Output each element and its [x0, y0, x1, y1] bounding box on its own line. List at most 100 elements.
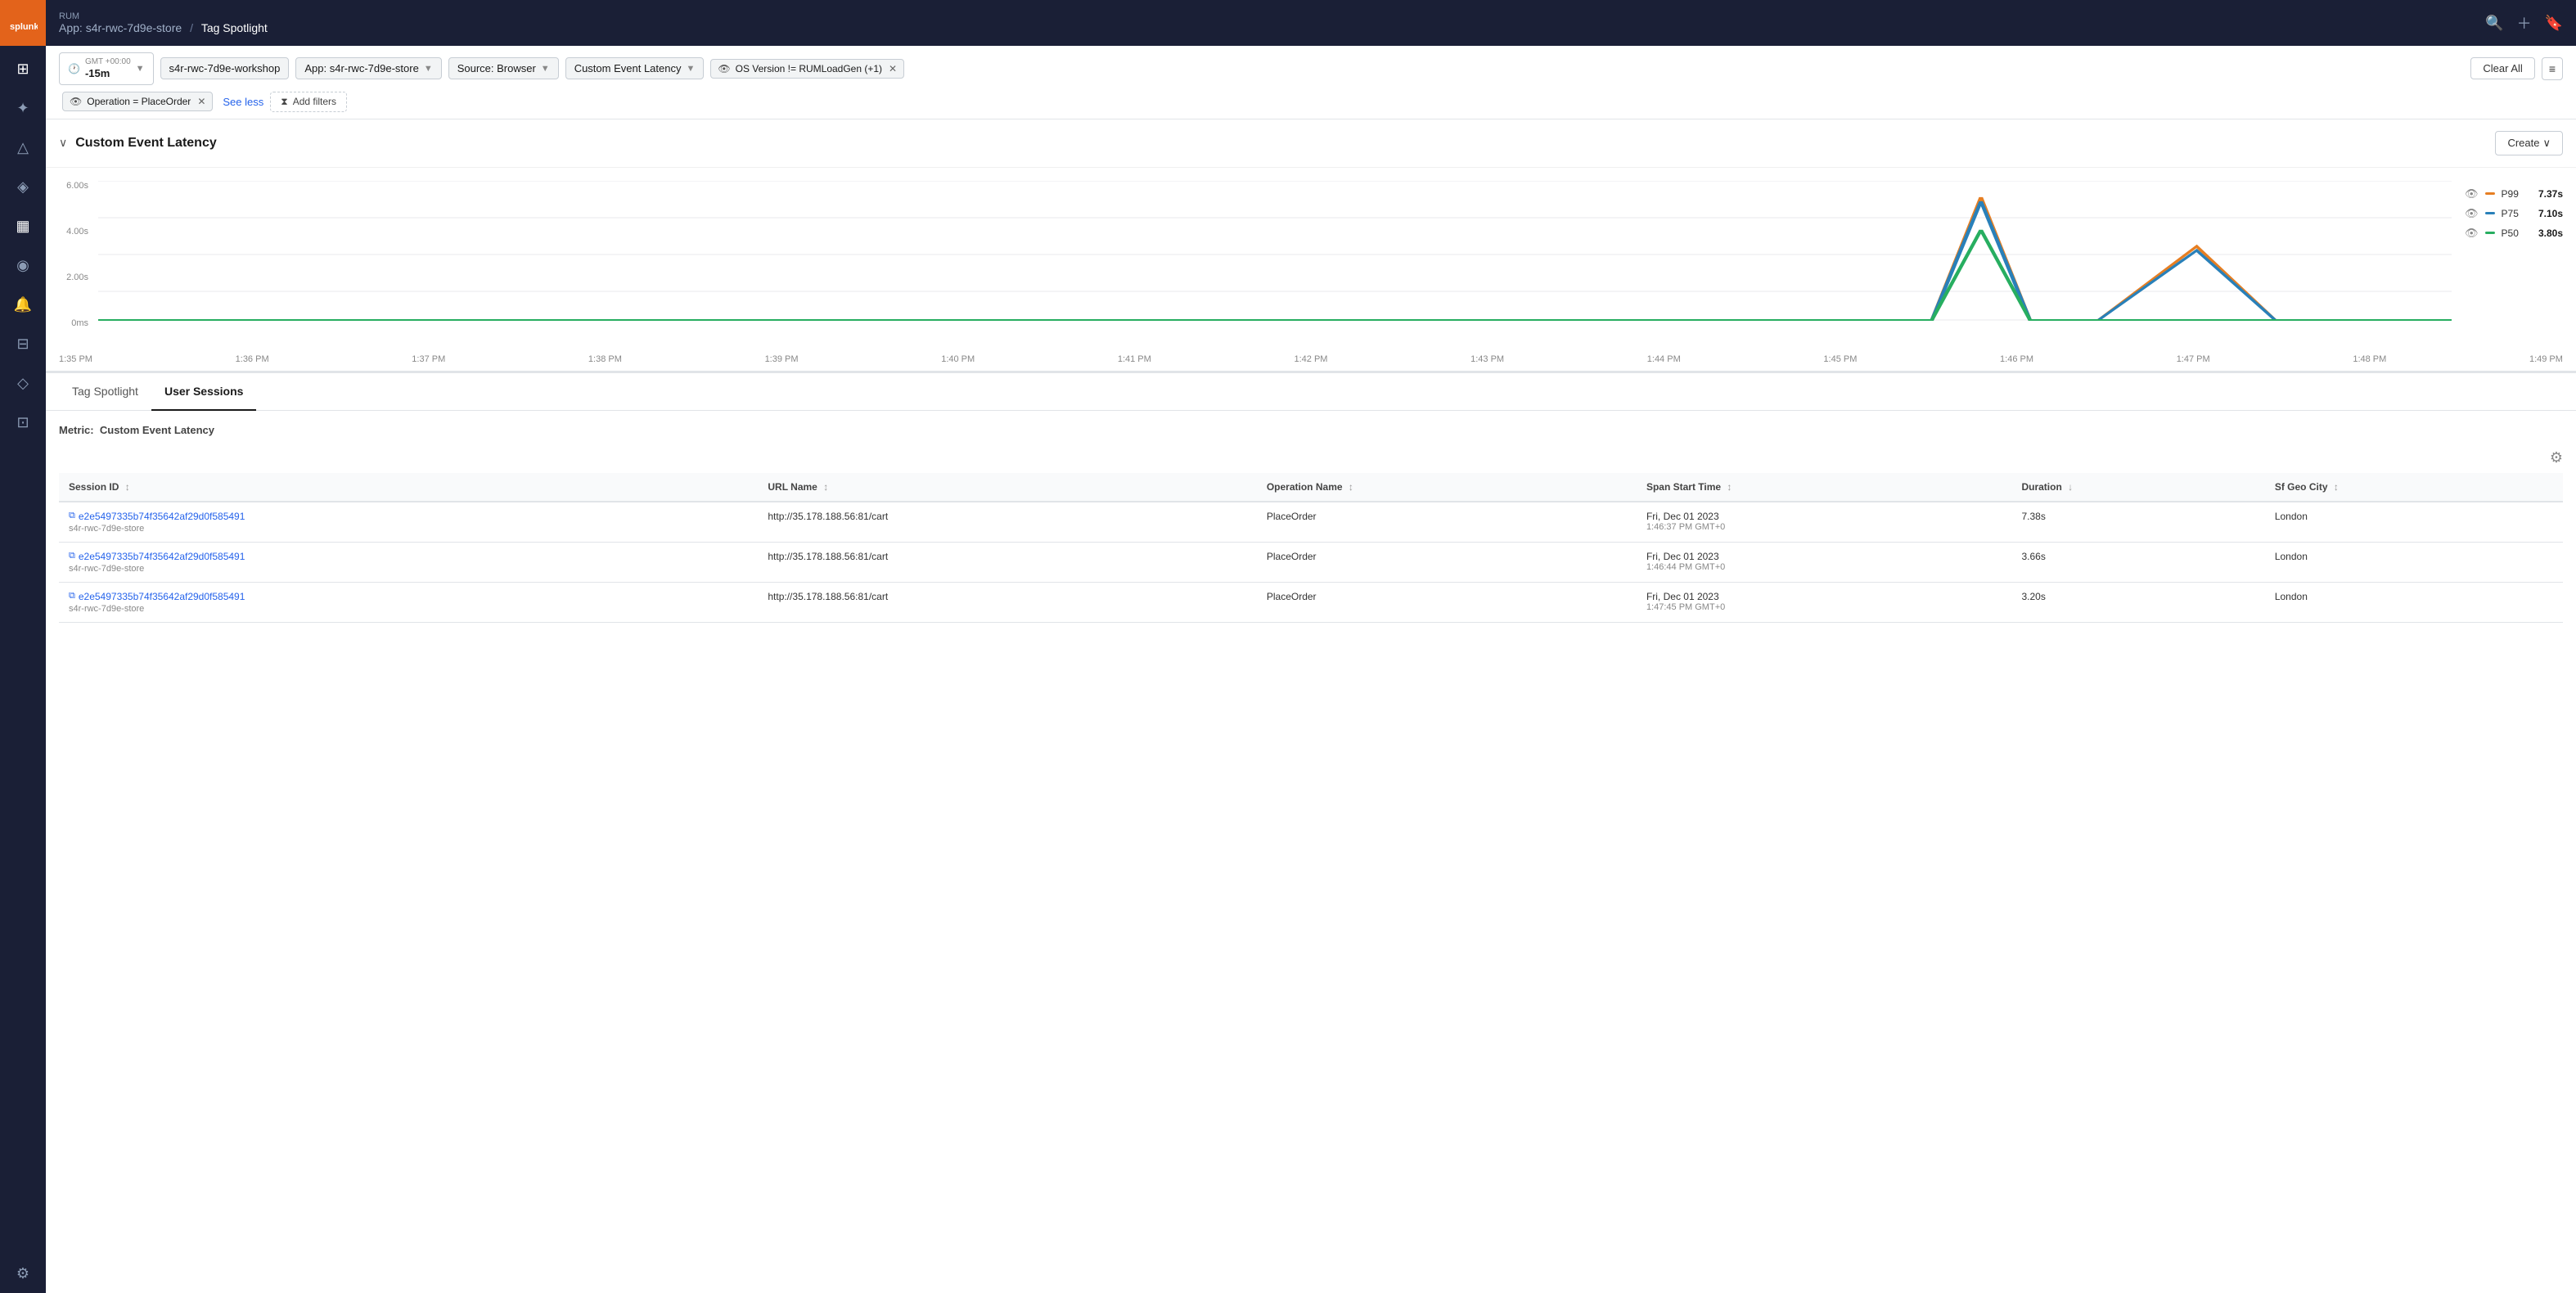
y-label-0: 0ms — [71, 318, 88, 328]
col-session-id[interactable]: Session ID ↕ — [59, 473, 758, 502]
x-label-1: 1:36 PM — [236, 354, 269, 364]
cell-duration-0: 7.38s — [2011, 502, 2264, 543]
link-icon-1: ⧉ — [69, 551, 75, 561]
metric-filter[interactable]: Custom Event Latency ▼ — [565, 57, 705, 79]
col-span-start-time[interactable]: Span Start Time ↕ — [1637, 473, 2012, 502]
x-label-5: 1:40 PM — [941, 354, 975, 364]
col-sf-geo-city[interactable]: Sf Geo City ↕ — [2265, 473, 2563, 502]
p75-color-dot — [2485, 212, 2495, 214]
legend-eye-p75[interactable]: 👁 — [2465, 207, 2479, 220]
os-version-close-icon[interactable]: ✕ — [889, 63, 897, 74]
data-table: Session ID ↕ URL Name ↕ Operation Name ↕ — [59, 473, 2563, 623]
sidebar-item-sessions[interactable]: ⊡ — [7, 406, 39, 439]
session-link-0[interactable]: ⧉ e2e5497335b74f35642af29d0f585491 — [69, 511, 748, 522]
tab-user-sessions[interactable]: User Sessions — [151, 373, 257, 411]
cell-op-0: PlaceOrder — [1257, 502, 1637, 543]
source-filter[interactable]: Source: Browser ▼ — [448, 57, 559, 79]
sort-url-name-icon: ↕ — [823, 481, 828, 493]
cell-city-2: London — [2265, 582, 2563, 622]
table-row: ⧉ e2e5497335b74f35642af29d0f585491 s4r-r… — [59, 582, 2563, 622]
eye-icon[interactable]: 👁 — [718, 63, 730, 74]
menu-button[interactable]: ≡ — [2542, 57, 2563, 80]
gear-button[interactable]: ⚙ — [2550, 449, 2563, 466]
app-chevron-icon: ▼ — [424, 64, 433, 74]
sidebar-item-synthetics[interactable]: ◉ — [7, 249, 39, 282]
sidebar: splunk> ⊞ ✦ △ ◈ ▦ ◉ 🔔 ⊟ ◇ ⊡ ⚙ — [0, 0, 46, 1293]
operation-close-icon[interactable]: ✕ — [197, 96, 205, 107]
x-label-0: 1:35 PM — [59, 354, 92, 364]
legend-eye-p99[interactable]: 👁 — [2465, 187, 2479, 200]
add-filters-button[interactable]: ⧗ Add filters — [270, 92, 347, 112]
legend-p50: 👁 P50 3.80s — [2465, 227, 2563, 240]
sidebar-item-apm[interactable]: ◈ — [7, 170, 39, 203]
sidebar-item-tags[interactable]: ◇ — [7, 367, 39, 399]
x-label-6: 1:41 PM — [1118, 354, 1151, 364]
bookmark-icon[interactable]: 🔖 — [2545, 15, 2563, 32]
sidebar-item-rum[interactable]: ▦ — [7, 209, 39, 242]
session-link-1[interactable]: ⧉ e2e5497335b74f35642af29d0f585491 — [69, 551, 748, 562]
sidebar-item-settings[interactable]: ⚙ — [7, 1257, 39, 1290]
sort-operation-name-icon: ↕ — [1349, 481, 1353, 493]
table-section: Metric: Custom Event Latency ⚙ Session I… — [46, 411, 2576, 1293]
chart-x-axis: 1:35 PM 1:36 PM 1:37 PM 1:38 PM 1:39 PM … — [46, 351, 2576, 371]
y-label-4: 4.00s — [66, 227, 88, 237]
sidebar-item-alerts[interactable]: 🔔 — [7, 288, 39, 321]
main-content: RUM App: s4r-rwc-7d9e-store / Tag Spotli… — [46, 0, 2576, 1293]
p50-color-dot — [2485, 232, 2495, 234]
col-operation-name[interactable]: Operation Name ↕ — [1257, 473, 1637, 502]
clear-all-button[interactable]: Clear All — [2470, 57, 2534, 79]
topbar: RUM App: s4r-rwc-7d9e-store / Tag Spotli… — [46, 0, 2576, 46]
cell-session-id-2: ⧉ e2e5497335b74f35642af29d0f585491 s4r-r… — [59, 582, 758, 622]
collapse-icon[interactable]: ∨ — [59, 136, 67, 150]
clock-icon: 🕐 — [68, 63, 80, 74]
sidebar-item-explore[interactable]: ✦ — [7, 92, 39, 124]
p75-value: 7.10s — [2533, 208, 2563, 219]
time-filter[interactable]: 🕐 GMT +00:00 -15m ▼ — [59, 52, 154, 85]
x-label-11: 1:46 PM — [2000, 354, 2033, 364]
sidebar-item-infrastructure[interactable]: △ — [7, 131, 39, 164]
metric-chevron-icon: ▼ — [686, 64, 695, 74]
x-label-9: 1:44 PM — [1647, 354, 1681, 364]
sidebar-item-dashboards[interactable]: ⊟ — [7, 327, 39, 360]
os-version-label: OS Version != RUMLoadGen (+1) — [736, 63, 882, 74]
table-body: ⧉ e2e5497335b74f35642af29d0f585491 s4r-r… — [59, 502, 2563, 623]
col-url-name[interactable]: URL Name ↕ — [758, 473, 1256, 502]
x-label-8: 1:43 PM — [1470, 354, 1504, 364]
legend-p75: 👁 P75 7.10s — [2465, 207, 2563, 220]
filter-row-2: 👁 Operation = PlaceOrder ✕ See less ⧗ Ad… — [59, 92, 2563, 112]
col-duration[interactable]: Duration ↓ — [2011, 473, 2264, 502]
x-label-13: 1:48 PM — [2353, 354, 2386, 364]
sidebar-item-home[interactable]: ⊞ — [7, 52, 39, 85]
tabs-section: Tag Spotlight User Sessions Metric: Cust… — [46, 372, 2576, 1293]
tab-tag-spotlight[interactable]: Tag Spotlight — [59, 373, 151, 411]
breadcrumb-app[interactable]: App: s4r-rwc-7d9e-store — [59, 21, 182, 34]
search-icon[interactable]: 🔍 — [2485, 15, 2503, 32]
operation-filter-chip: 👁 Operation = PlaceOrder ✕ — [62, 92, 213, 111]
gmt-label: GMT +00:00 — [85, 57, 131, 67]
chart-plot: 6.00s 4.00s 2.00s 0ms — [59, 181, 2452, 345]
session-sub-0: s4r-rwc-7d9e-store — [69, 524, 748, 534]
content-area: ∨ Custom Event Latency Create ∨ 6.00s 4.… — [46, 119, 2576, 1293]
table-row: ⧉ e2e5497335b74f35642af29d0f585491 s4r-r… — [59, 502, 2563, 543]
breadcrumb-separator: / — [190, 21, 193, 34]
cell-session-id-1: ⧉ e2e5497335b74f35642af29d0f585491 s4r-r… — [59, 542, 758, 582]
see-less-link[interactable]: See less — [223, 96, 263, 108]
gear-row: ⚙ — [59, 449, 2563, 466]
p99-label: P99 — [2502, 188, 2527, 200]
session-sub-1: s4r-rwc-7d9e-store — [69, 564, 748, 574]
create-button[interactable]: Create ∨ — [2495, 131, 2563, 155]
workspace-filter[interactable]: s4r-rwc-7d9e-workshop — [160, 57, 290, 79]
cell-start-0: Fri, Dec 01 2023 1:46:37 PM GMT+0 — [1637, 502, 2012, 543]
session-link-2[interactable]: ⧉ e2e5497335b74f35642af29d0f585491 — [69, 591, 748, 602]
filter-row-1: 🕐 GMT +00:00 -15m ▼ s4r-rwc-7d9e-worksho… — [59, 52, 2563, 85]
cell-city-0: London — [2265, 502, 2563, 543]
y-label-6: 6.00s — [66, 181, 88, 191]
operation-label: Operation = PlaceOrder — [87, 96, 191, 107]
plus-icon[interactable]: ＋ — [2517, 12, 2532, 34]
app-filter[interactable]: App: s4r-rwc-7d9e-store ▼ — [295, 57, 441, 79]
legend-eye-p50[interactable]: 👁 — [2465, 227, 2479, 240]
splunk-logo[interactable]: splunk> — [0, 0, 46, 46]
cell-city-1: London — [2265, 542, 2563, 582]
eye-icon-2[interactable]: 👁 — [70, 96, 82, 107]
x-label-10: 1:45 PM — [1823, 354, 1857, 364]
